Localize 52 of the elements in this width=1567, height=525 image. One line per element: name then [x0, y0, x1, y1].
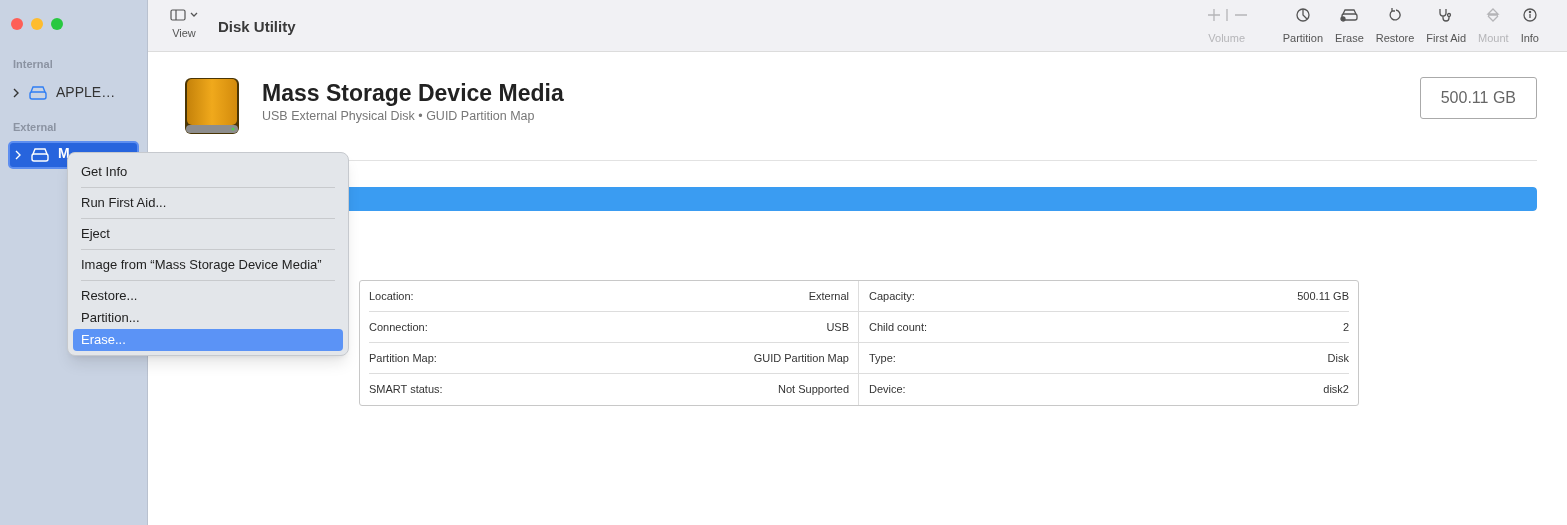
menu-item[interactable]: Image from “Mass Storage Device Media” — [73, 254, 343, 276]
zoom-button[interactable] — [51, 18, 63, 30]
detail-value: External — [808, 288, 849, 304]
chevron-down-icon — [190, 12, 198, 19]
detail-label: Child count: — [869, 319, 928, 335]
disk-size: 500.11 GB — [1419, 77, 1537, 119]
drive-icon — [1340, 8, 1359, 23]
detail-value: GUID Partition Map — [753, 350, 849, 366]
detail-label: Device: — [869, 382, 906, 398]
plus-minus-icon — [1206, 8, 1247, 23]
detail-value: 2 — [1342, 319, 1349, 335]
window-title: Disk Utility — [218, 17, 296, 37]
view-button[interactable]: View — [170, 9, 198, 42]
toolbar-button[interactable]: Info — [1514, 4, 1545, 47]
detail-value: Not Supported — [778, 382, 849, 398]
detail-label: Location: — [369, 288, 414, 304]
pie-chart-icon — [1295, 8, 1310, 23]
menu-item[interactable]: Restore... — [73, 285, 343, 307]
section-heading: Internal — [12, 57, 54, 72]
detail-label: Type: — [869, 350, 896, 366]
section-heading: External — [12, 119, 58, 135]
menu-item[interactable]: Partition... — [73, 307, 343, 329]
chevron-icon[interactable] — [12, 87, 20, 98]
detail-label: Capacity: — [869, 288, 915, 304]
sidebar-icon — [170, 9, 186, 22]
info-icon — [1522, 8, 1537, 23]
disk-subtitle: USB External Physical Disk • GUID Partition Map — [262, 108, 536, 125]
restore-icon — [1388, 8, 1403, 23]
sidebar-label: M — [58, 145, 70, 161]
menu-item[interactable]: Eject — [73, 223, 343, 245]
drive-icon — [182, 76, 242, 136]
toolbar-button[interactable]: First Aid — [1420, 4, 1473, 47]
menu-item[interactable]: Run First Aid... — [73, 192, 343, 214]
detail-value: 500.11 GB — [1297, 288, 1349, 304]
detail-label: SMART status: — [369, 382, 443, 398]
detail-value: disk2 — [1323, 382, 1349, 398]
toolbar-button[interactable]: Erase — [1329, 4, 1370, 47]
toolbar-button[interactable]: Restore — [1369, 4, 1421, 47]
sidebar-item[interactable]: APPLE… — [8, 78, 139, 107]
detail-label: Partition Map: — [369, 350, 437, 366]
detail-value: Disk — [1327, 350, 1349, 366]
mount-icon — [1486, 8, 1501, 23]
sidebar-label: APPLE… — [56, 83, 116, 102]
drive-icon — [28, 85, 48, 100]
toolbar-button[interactable]: Partition — [1276, 4, 1330, 47]
drive-icon — [30, 148, 50, 162]
detail-label: Connection: — [369, 319, 428, 335]
detail-value: USB — [826, 319, 849, 335]
close-button[interactable] — [11, 18, 23, 30]
disk-name: Mass Storage Device Media — [262, 79, 564, 107]
minimize-button[interactable] — [31, 18, 43, 30]
menu-item[interactable]: Get Info — [73, 161, 343, 183]
